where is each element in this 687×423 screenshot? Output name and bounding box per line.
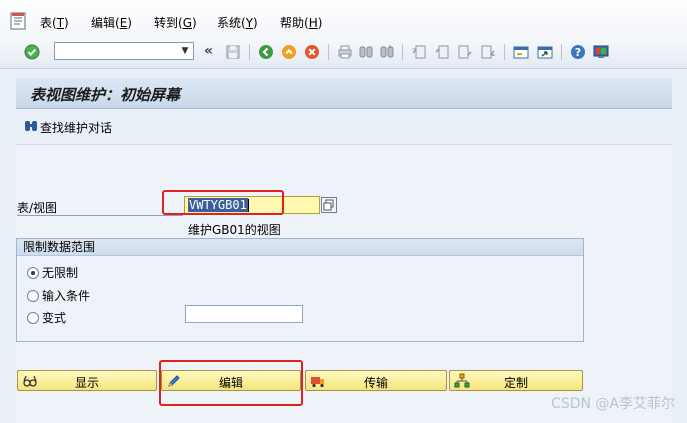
option-label: 无限制 [42, 266, 79, 280]
radio-button[interactable] [27, 289, 39, 302]
find-maintenance-dialog-button[interactable]: 查找维护对话 [24, 119, 112, 136]
application-toolbar: 查找维护对话 [16, 110, 672, 145]
option-label: 变式 [42, 311, 67, 325]
menu-system[interactable]: 系统(Y) [217, 14, 258, 31]
collapse-command-icon[interactable]: « [204, 43, 220, 59]
find-maintenance-dialog-label: 查找维护对话 [40, 121, 113, 135]
find-next-icon[interactable] [379, 44, 395, 60]
menu-table[interactable]: 表(T) [40, 14, 69, 31]
last-page-icon[interactable] [480, 44, 496, 60]
customize-button-label: 定制 [503, 376, 528, 390]
command-field[interactable]: ▼ [54, 42, 194, 60]
display-button-label: 显示 [74, 376, 99, 390]
table-view-value: VWTYGB01 [188, 198, 248, 212]
restrict-data-range-group: 限制数据范围 无限制 输入条件 变式 [16, 238, 584, 342]
field-underline [17, 215, 183, 216]
screen-title-bar: 表视图维护：初始屏幕 [16, 78, 672, 109]
radio-button[interactable] [27, 266, 39, 279]
edit-button[interactable]: 编辑 [161, 370, 301, 391]
group-title: 限制数据范围 [17, 239, 583, 256]
binoculars-icon [24, 119, 38, 136]
menu-help[interactable]: 帮助(H) [280, 14, 322, 31]
toolbar-separator [249, 44, 250, 60]
menu-edit[interactable]: 编辑(E) [91, 14, 132, 31]
toolbar-separator [504, 44, 505, 60]
page-title: 表视图维护：初始屏幕 [30, 86, 181, 104]
svg-text:?: ? [575, 46, 581, 59]
option-variant[interactable]: 变式 [27, 309, 66, 326]
table-view-description: 维护GB01的视图 [188, 223, 281, 237]
new-session-icon[interactable] [513, 44, 529, 60]
watermark: CSDN @A李艾菲尔 [551, 396, 675, 412]
option-no-restriction[interactable]: 无限制 [27, 264, 78, 281]
toolbar-separator [561, 44, 562, 60]
toolbar-separator [402, 44, 403, 60]
menu-goto[interactable]: 转到(G) [154, 14, 197, 31]
standard-toolbar: ▼ « ? [0, 36, 687, 69]
toolbar-separator [328, 44, 329, 60]
shortcut-icon[interactable] [537, 44, 553, 60]
table-view-label: 表/视图 [17, 201, 58, 215]
cancel-icon[interactable] [304, 44, 320, 60]
radio-button[interactable] [27, 311, 39, 324]
option-label: 输入条件 [42, 289, 91, 303]
previous-page-icon[interactable] [434, 44, 450, 60]
edit-button-label: 编辑 [218, 376, 243, 390]
help-icon[interactable]: ? [570, 44, 586, 60]
transport-button-label: 传输 [363, 376, 388, 390]
customize-button[interactable]: 定制 [449, 370, 583, 391]
find-icon[interactable] [358, 44, 374, 60]
sap-menu-icon[interactable] [10, 12, 26, 30]
exit-icon[interactable] [281, 44, 297, 60]
save-icon[interactable] [225, 44, 241, 60]
option-enter-conditions[interactable]: 输入条件 [27, 287, 90, 304]
table-view-input[interactable]: VWTYGB01 [184, 196, 320, 214]
first-page-icon[interactable] [411, 44, 427, 60]
back-icon[interactable] [258, 44, 274, 60]
chevron-down-icon[interactable]: ▼ [177, 43, 193, 59]
display-button[interactable]: 显示 [17, 370, 157, 391]
value-help-icon[interactable] [321, 197, 337, 213]
enter-check-icon[interactable] [24, 44, 40, 60]
transport-button[interactable]: 传输 [305, 370, 447, 391]
text-caret [247, 199, 249, 212]
next-page-icon[interactable] [457, 44, 473, 60]
print-icon[interactable] [337, 44, 353, 60]
variant-input[interactable] [185, 305, 303, 323]
layout-menu-icon[interactable] [593, 44, 609, 60]
